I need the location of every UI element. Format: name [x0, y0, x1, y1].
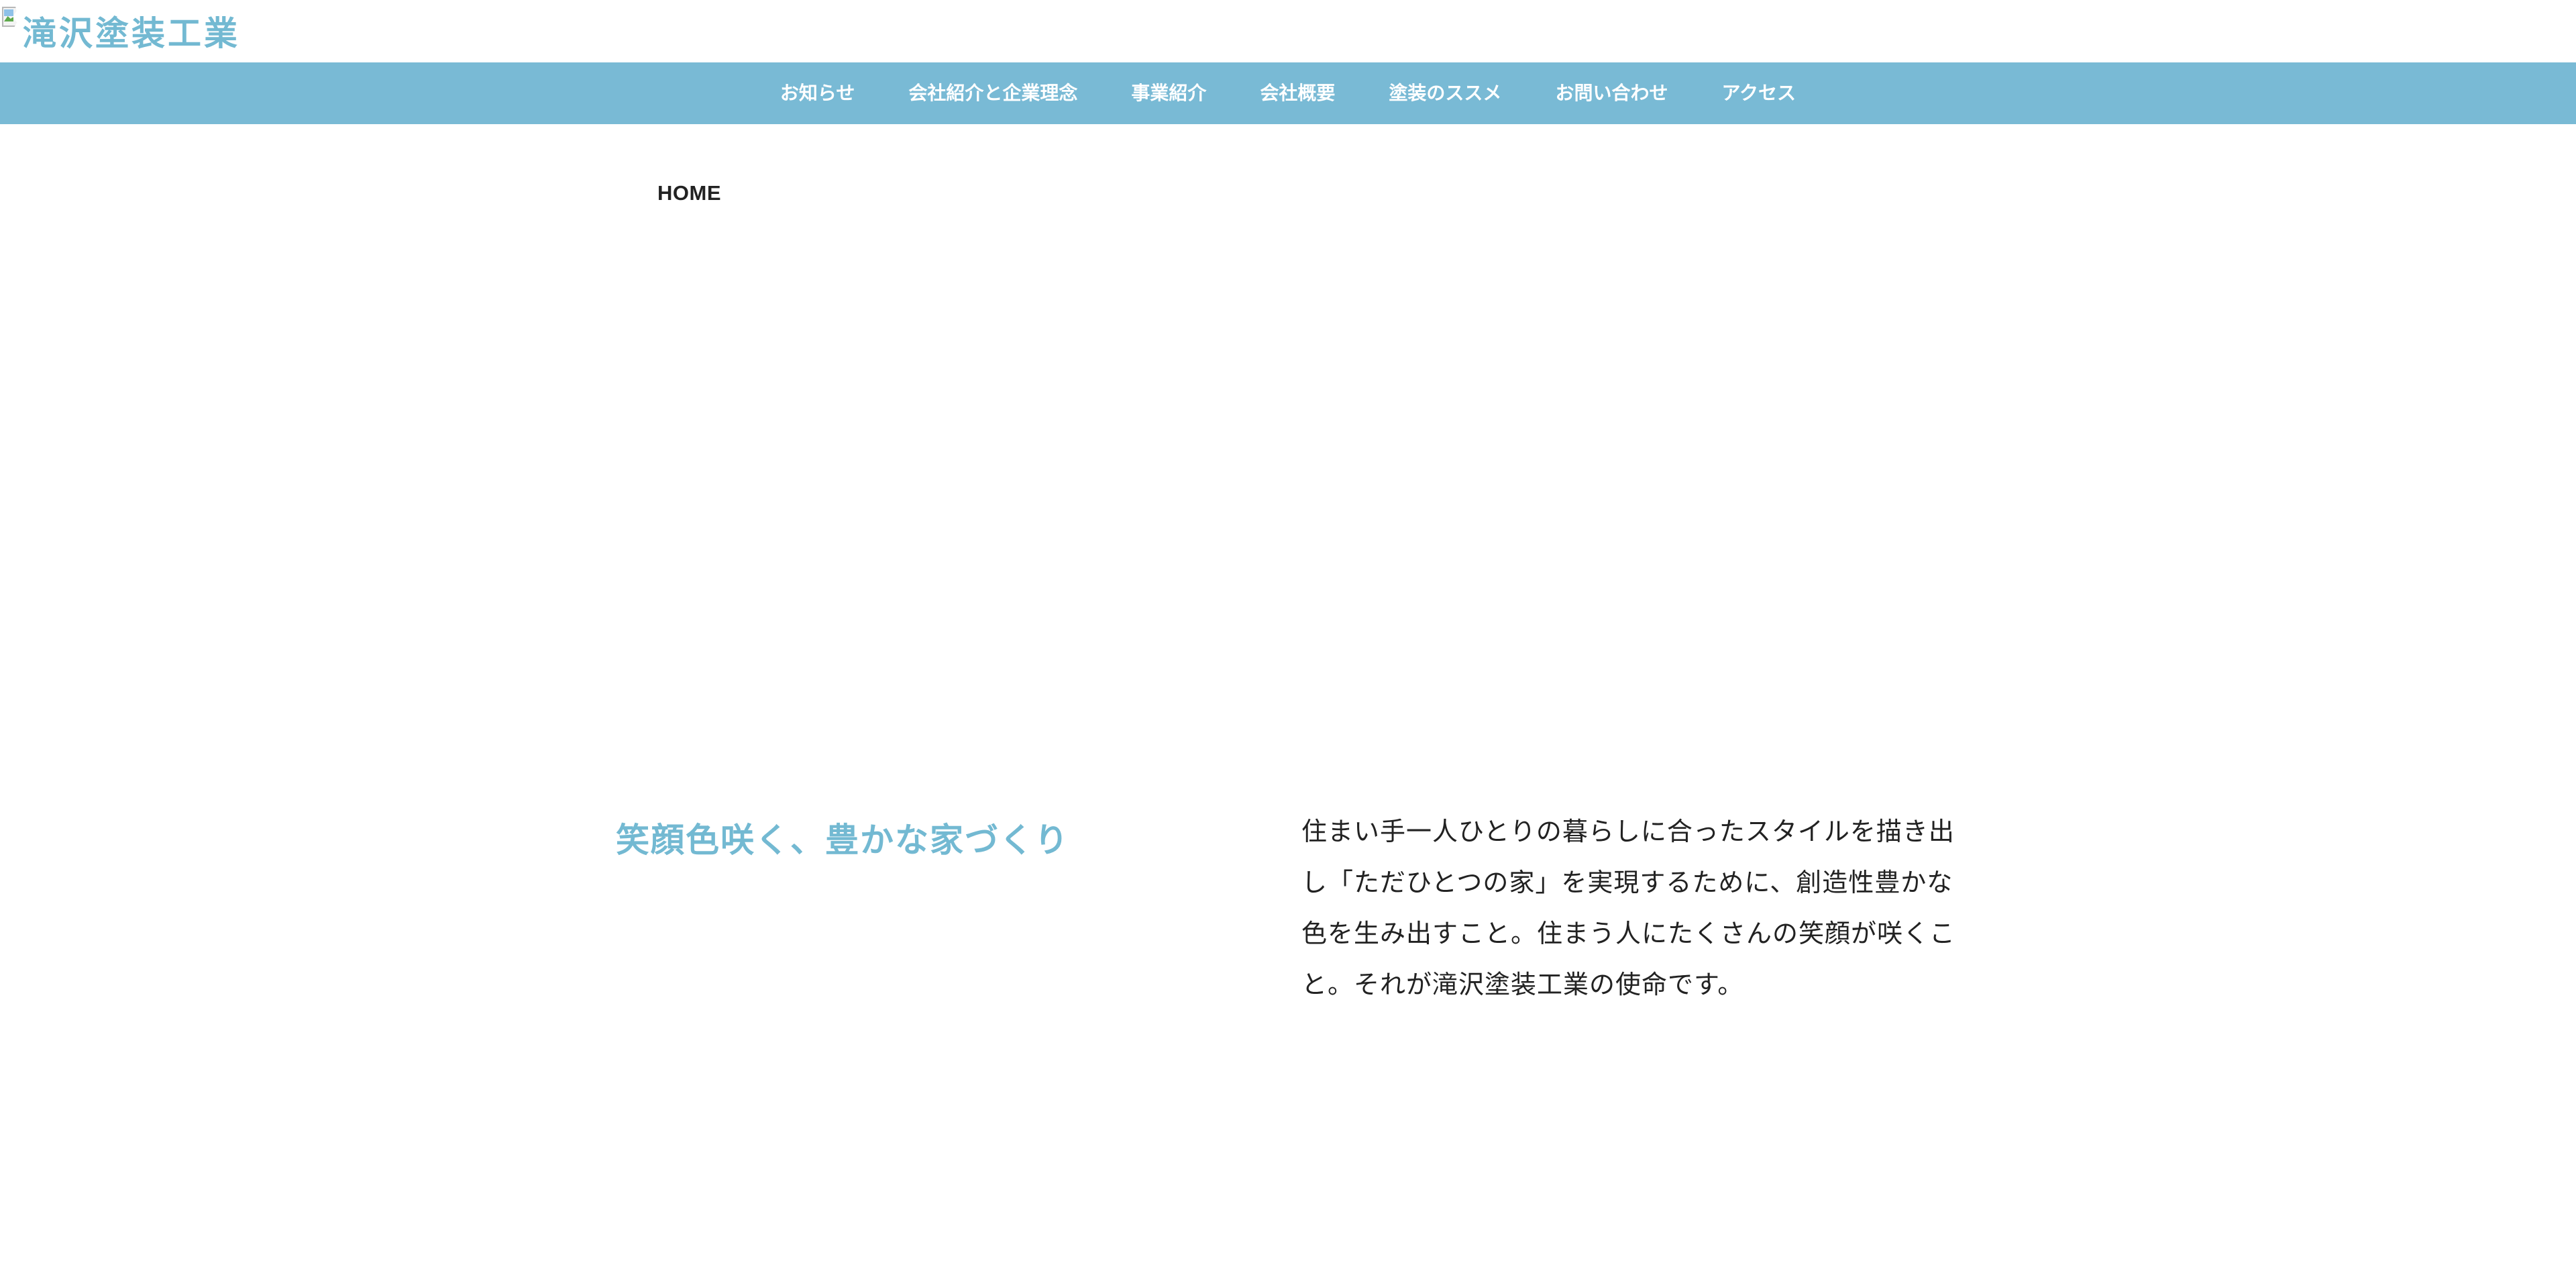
nav-list: お知らせ 会社紹介と企業理念 事業紹介 会社概要 塗装のススメ お問い合わせ ア… — [0, 62, 2576, 124]
mission-text: 住まい手一人ひとりの暮らしに合ったスタイルを描き出し「ただひとつの家」を実現する… — [1301, 817, 1956, 999]
site-logo-link[interactable]: 滝沢塗装工業 — [0, 5, 240, 62]
broken-image-icon — [0, 5, 21, 31]
nav-item-painting-guide[interactable]: 塗装のススメ — [1362, 62, 1528, 124]
nav-item-access[interactable]: アクセス — [1695, 62, 1823, 124]
page: 滝沢塗装工業 お知らせ 会社紹介と企業理念 事業紹介 会社概要 塗装のススメ お… — [0, 0, 2576, 1263]
main-navigation: お知らせ 会社紹介と企業理念 事業紹介 会社概要 塗装のススメ お問い合わせ ア… — [0, 62, 2576, 124]
nav-item-news[interactable]: お知らせ — [753, 62, 881, 124]
intro-tagline: 笑顔色咲く、豊かな家づくり — [616, 820, 1069, 860]
logo-alt-text: 滝沢塗装工業 — [23, 14, 240, 53]
nav-item-company-philosophy[interactable]: 会社紹介と企業理念 — [881, 62, 1104, 124]
site-header: 滝沢塗装工業 — [0, 0, 2576, 62]
nav-item-contact[interactable]: お問い合わせ — [1528, 62, 1695, 124]
nav-item-company-overview[interactable]: 会社概要 — [1233, 62, 1362, 124]
nav-item-business[interactable]: 事業紹介 — [1104, 62, 1233, 124]
breadcrumb-home-link[interactable]: HOME — [657, 181, 721, 205]
